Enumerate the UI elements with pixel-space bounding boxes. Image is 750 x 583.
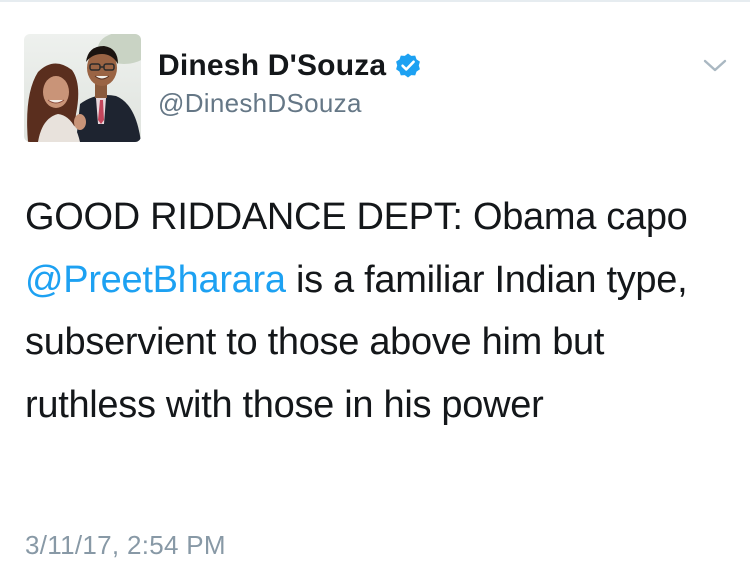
author-name-row[interactable]: Dinesh D'Souza [158,44,422,88]
mention-link[interactable]: @PreetBharara [25,259,286,301]
avatar[interactable] [24,34,141,142]
tweet-timestamp[interactable]: 3/11/17, 2:54 PM [25,530,226,561]
verified-badge-icon [394,52,422,80]
profile-photo-icon [24,34,141,142]
chevron-down-icon[interactable] [702,56,728,76]
tweet-text-part: GOOD RIDDANCE DEPT: Obama capo [25,196,688,238]
tweet-text: GOOD RIDDANCE DEPT: Obama capo @PreetBha… [25,186,730,436]
top-divider [0,0,750,2]
author-handle[interactable]: @DineshDSouza [158,88,362,119]
display-name[interactable]: Dinesh D'Souza [158,49,386,83]
tweet-card: Dinesh D'Souza @DineshDSouza GOOD RIDDAN… [0,0,750,583]
